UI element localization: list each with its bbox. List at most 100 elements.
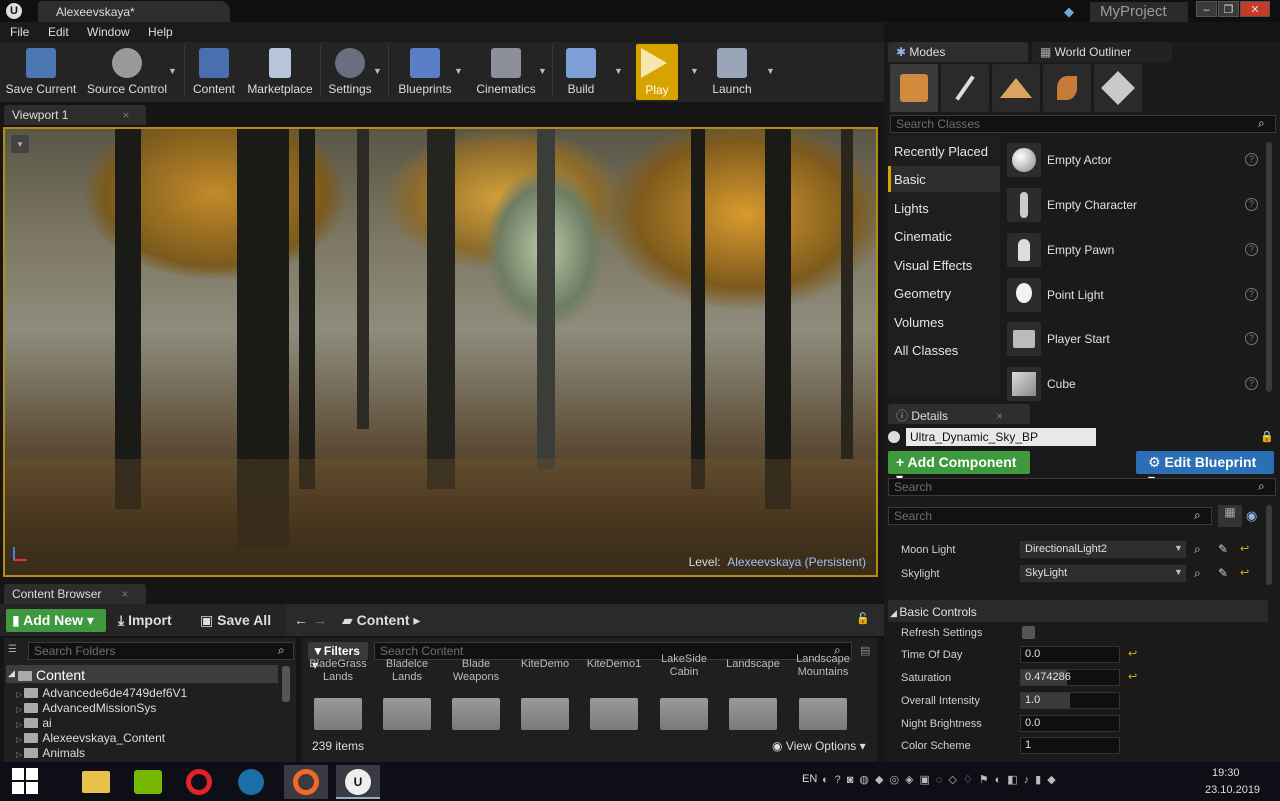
expand-arrow-icon[interactable]: ◢	[8, 668, 15, 679]
save-all-button[interactable]: ▣ Save All	[200, 612, 271, 629]
picker-icon[interactable]: ✎	[1218, 566, 1228, 580]
category-recently-placed[interactable]: Recently Placed	[894, 144, 988, 159]
menu-help[interactable]: Help	[148, 25, 173, 39]
reset-icon[interactable]: ↩	[1240, 542, 1249, 555]
settings-button[interactable]: Settings	[324, 44, 376, 100]
modes-tab[interactable]: ✱ Modes	[888, 42, 1028, 62]
close-tab-icon[interactable]: ×	[996, 409, 1003, 423]
add-new-button[interactable]: ▮ Add New ▾	[6, 609, 106, 632]
help-icon[interactable]: ?	[1245, 332, 1258, 345]
source-control-button[interactable]: Source Control	[84, 44, 170, 100]
folder-thumbnail[interactable]	[383, 698, 431, 730]
category-basic[interactable]: Basic	[894, 172, 926, 187]
menu-edit[interactable]: Edit	[48, 25, 69, 39]
tree-root[interactable]: Content	[18, 667, 85, 683]
foliage-mode-button[interactable]	[1043, 64, 1091, 112]
reset-icon[interactable]: ↩	[1240, 566, 1249, 579]
reset-icon[interactable]: ↩	[1128, 647, 1137, 660]
clock-date[interactable]: 23.10.2019	[1205, 784, 1260, 796]
back-arrow-icon[interactable]: ←	[294, 612, 308, 628]
overall-intensity-field[interactable]: 1.0	[1020, 692, 1120, 709]
search-classes-input[interactable]: Search Classes	[890, 115, 1276, 133]
property-matrix-button[interactable]: ▦	[1218, 505, 1242, 527]
component-search-input[interactable]: Search	[888, 478, 1276, 496]
details-search-input[interactable]: Search	[888, 507, 1212, 525]
launch-dropdown[interactable]: ▼	[766, 66, 775, 76]
details-tab[interactable]: ⓘ Details ×	[888, 404, 1030, 424]
windows-start-icon[interactable]	[12, 768, 38, 794]
view-options-button[interactable]: ◉ View Options ▾	[772, 739, 866, 753]
folder-thumbnail[interactable]	[660, 698, 708, 730]
moon-light-dropdown[interactable]: DirectionalLight2	[1020, 541, 1186, 558]
category-visual-effects[interactable]: Visual Effects	[894, 258, 972, 273]
placeable-item[interactable]: Empty Pawn?	[1004, 230, 1262, 272]
build-dropdown[interactable]: ▼	[614, 66, 623, 76]
folder-thumbnail[interactable]	[590, 698, 638, 730]
world-outliner-tab[interactable]: ▦ World Outliner	[1032, 42, 1172, 62]
language-indicator[interactable]: EN	[802, 773, 817, 785]
placeable-item[interactable]: Point Light?	[1004, 275, 1262, 317]
blueprints-button[interactable]: Blueprints	[394, 44, 456, 100]
source-control-dropdown[interactable]: ▼	[168, 66, 177, 76]
landscape-mode-button[interactable]	[992, 64, 1040, 112]
folder-thumbnail[interactable]	[729, 698, 777, 730]
build-button[interactable]: Build	[558, 44, 604, 100]
add-component-button[interactable]: + Add Component ▾	[888, 451, 1030, 486]
close-tab-icon[interactable]: ×	[121, 587, 128, 601]
category-all-classes[interactable]: All Classes	[894, 343, 958, 358]
opera-icon[interactable]	[178, 765, 222, 799]
tree-item[interactable]: ▷ AdvancedMissionSys	[16, 701, 156, 715]
folder-thumbnail[interactable]	[799, 698, 847, 730]
details-scrollbar[interactable]	[1266, 505, 1272, 585]
folder-thumbnail[interactable]	[314, 698, 362, 730]
help-icon[interactable]: ?	[1245, 153, 1258, 166]
placeable-item[interactable]: Empty Actor?	[1004, 140, 1262, 182]
picker-icon[interactable]: ✎	[1218, 542, 1228, 556]
tree-item[interactable]: ▷ Animals	[16, 746, 85, 760]
maximize-button[interactable]: ❐	[1218, 1, 1239, 17]
help-icon[interactable]: ?	[1245, 288, 1258, 301]
content-button[interactable]: Content	[190, 44, 238, 100]
category-cinematic[interactable]: Cinematic	[894, 229, 952, 244]
search-folders-input[interactable]: Search Folders	[28, 642, 294, 660]
help-icon[interactable]: ?	[1245, 198, 1258, 211]
close-button[interactable]: ✕	[1240, 1, 1270, 17]
viewport-options-button[interactable]: ▾	[11, 135, 29, 153]
origin-icon[interactable]	[284, 765, 328, 799]
forward-arrow-icon[interactable]: →	[313, 612, 327, 628]
category-geometry[interactable]: Geometry	[894, 286, 951, 301]
save-current-button[interactable]: Save Current	[4, 44, 78, 100]
place-mode-button[interactable]	[890, 64, 938, 112]
settings-dropdown[interactable]: ▼	[373, 66, 382, 76]
nvidia-icon[interactable]	[126, 765, 170, 799]
night-brightness-field[interactable]: 0.0	[1020, 715, 1120, 732]
reset-icon[interactable]: ↩	[1128, 670, 1137, 683]
minimize-button[interactable]: –	[1196, 1, 1217, 17]
tree-scrollbar[interactable]	[282, 666, 290, 702]
file-explorer-icon[interactable]	[74, 765, 118, 799]
play-dropdown[interactable]: ▼	[690, 66, 699, 76]
browse-icon[interactable]: ⌕	[1194, 542, 1201, 557]
clock-time[interactable]: 19:30	[1212, 767, 1240, 779]
browse-icon[interactable]: ⌕	[1194, 566, 1201, 581]
help-icon[interactable]: ?	[1245, 377, 1258, 390]
level-tab[interactable]: Alexeevskaya*	[38, 1, 230, 22]
refresh-settings-checkbox[interactable]	[1022, 626, 1035, 639]
save-search-icon[interactable]: ▤	[860, 644, 870, 657]
paint-mode-button[interactable]	[941, 64, 989, 112]
tree-item[interactable]: ▷ Advancede6de4749def6V1	[16, 686, 187, 700]
menu-file[interactable]: File	[10, 25, 29, 39]
import-button[interactable]: ⤓ Import	[118, 612, 172, 629]
color-scheme-field[interactable]: 1	[1020, 737, 1120, 754]
tree-item[interactable]: ▷ Alexeevskaya_Content	[16, 731, 165, 745]
tree-item[interactable]: ▷ ai	[16, 716, 52, 730]
edit-blueprint-button[interactable]: ⚙ Edit Blueprint ▾	[1136, 451, 1274, 487]
lock-icon[interactable]: 🔓	[856, 612, 870, 625]
unreal-engine-icon[interactable]: U	[336, 765, 380, 799]
placeable-item[interactable]: Empty Character?	[1004, 185, 1262, 227]
saturation-field[interactable]: 0.474286	[1020, 669, 1120, 686]
viewport-tab[interactable]: Viewport 1 ×	[4, 105, 146, 125]
lock-icon[interactable]: 🔒	[1260, 430, 1274, 443]
launch-button[interactable]: Launch	[706, 44, 758, 100]
tray-icons[interactable]: ◐?◙◍◆◎◈▣◌◇♢⚑◐◧♪▮◆	[822, 773, 1062, 786]
